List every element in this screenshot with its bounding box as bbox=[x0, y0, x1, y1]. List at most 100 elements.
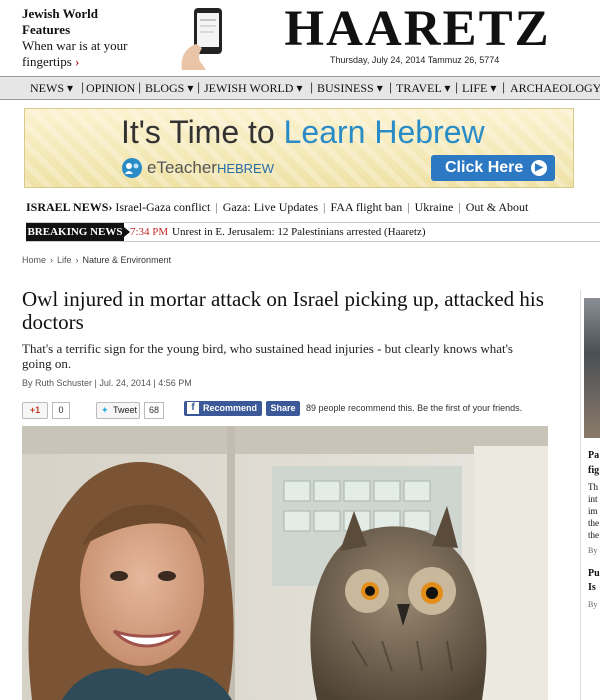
tweet-button[interactable]: ✦ Tweet bbox=[96, 402, 140, 419]
israel-news-label[interactable]: ISRAEL NEWS› bbox=[26, 200, 112, 214]
facebook-share-button[interactable]: Share bbox=[266, 401, 300, 416]
eteacher-logo: eTeacherHEBREW bbox=[121, 155, 299, 181]
ad-headline-part: It's Time to bbox=[121, 114, 284, 150]
nav-item-jewish-world[interactable]: JEWISH WORLD ▾ bbox=[204, 81, 302, 96]
nav-label: JEWISH WORLD bbox=[204, 81, 294, 95]
learn-hebrew-ad[interactable]: It's Time to Learn Hebrew eTeacherHEBREW… bbox=[24, 108, 574, 188]
nav-label: ARCHAEOLOGY bbox=[510, 81, 600, 95]
breaking-news-bar: BREAKING NEWS 7:34 PM Unrest in E. Jerus… bbox=[26, 222, 600, 242]
breaking-news-label: BREAKING NEWS bbox=[26, 223, 130, 241]
nav-divider: | bbox=[81, 80, 85, 94]
rail-byline-2: By bbox=[588, 600, 598, 609]
facebook-icon: f bbox=[187, 402, 199, 414]
breadcrumb-nature[interactable]: Nature & Environment bbox=[83, 255, 172, 265]
nav-item-travel[interactable]: TRAVEL ▾ bbox=[396, 81, 450, 96]
ad-cta-label: Click Here bbox=[445, 159, 524, 176]
chevron-down-icon: ▾ bbox=[376, 81, 383, 95]
facebook-recommend-button[interactable]: f Recommend bbox=[184, 401, 262, 416]
nav-divider: | bbox=[138, 80, 142, 94]
rail-text-2: int bbox=[588, 494, 598, 504]
nav-item-archaeology[interactable]: ARCHAEOLOGY bbox=[510, 81, 600, 96]
promo-text-line1: When war is at your bbox=[22, 38, 128, 53]
chevron-down-icon: ▾ bbox=[296, 81, 303, 95]
topic-link-gaza-live[interactable]: Gaza: Live Updates bbox=[223, 200, 318, 214]
rail-text-5: the bbox=[588, 530, 599, 540]
topic-divider: | bbox=[323, 200, 326, 214]
rail-byline-1: By bbox=[588, 546, 598, 555]
nav-item-life[interactable]: LIFE ▾ bbox=[462, 81, 496, 96]
nav-divider: | bbox=[197, 80, 201, 94]
jewish-world-promo[interactable]: Jewish World Features When war is at you… bbox=[22, 6, 142, 70]
google-plus-button[interactable]: +1 bbox=[22, 402, 48, 419]
promo-text-line2: fingertips bbox=[22, 54, 72, 69]
ad-brand-text: eTeacherHEBREW bbox=[147, 158, 274, 178]
breadcrumb-home[interactable]: Home bbox=[22, 255, 46, 265]
chevron-down-icon: ▾ bbox=[490, 81, 497, 95]
social-share-bar: +1 0 ✦ Tweet 68 f Recommend Share 89 peo… bbox=[22, 400, 582, 420]
play-arrow-icon: ▶ bbox=[531, 160, 547, 176]
nav-divider: | bbox=[389, 80, 393, 94]
article-photo bbox=[22, 426, 548, 700]
rail-text-4: the bbox=[588, 518, 599, 528]
twitter-bird-icon: ✦ bbox=[101, 405, 109, 415]
topic-link-out-about[interactable]: Out & About bbox=[466, 200, 529, 214]
tweet-label: Tweet bbox=[113, 405, 138, 415]
article-byline: By Ruth Schuster | Jul. 24, 2014 | 4:56 … bbox=[22, 378, 192, 388]
nav-label: NEWS bbox=[30, 81, 64, 95]
header-date: Thursday, July 24, 2014 Tammuz 26, 5774 bbox=[330, 55, 500, 65]
chevron-right-icon: › bbox=[50, 255, 54, 265]
article-subtitle: That's a terrific sign for the young bir… bbox=[22, 341, 513, 371]
chevron-down-icon: ▾ bbox=[67, 81, 74, 95]
topic-link-faa[interactable]: FAA flight ban bbox=[330, 200, 402, 214]
rail-divider bbox=[580, 290, 581, 700]
nav-item-blogs[interactable]: BLOGS ▾ bbox=[145, 81, 193, 96]
nav-label: LIFE bbox=[462, 81, 488, 95]
rail-image[interactable] bbox=[584, 298, 600, 438]
topic-divider: | bbox=[215, 200, 218, 214]
google-plus-count: 0 bbox=[52, 402, 70, 419]
chevron-right-icon: › bbox=[75, 255, 79, 265]
chevron-down-icon: ▾ bbox=[187, 81, 194, 95]
article-title: Owl injured in mortar attack on Israel p… bbox=[22, 287, 544, 334]
promo-title-line2: Features bbox=[22, 22, 71, 37]
ad-headline-accent: Learn Hebrew bbox=[283, 114, 485, 150]
hand-phone-icon bbox=[181, 8, 222, 70]
rail-text-3: im bbox=[588, 506, 598, 516]
nav-label: BUSINESS bbox=[317, 81, 374, 95]
israel-news-bar: ISRAEL NEWS› Israel-Gaza conflict | Gaza: … bbox=[26, 200, 600, 215]
nav-divider: | bbox=[502, 80, 506, 94]
breadcrumb-life[interactable]: Life bbox=[57, 255, 72, 265]
breaking-time: 7:34 PM bbox=[130, 226, 169, 238]
rail-headline-1b[interactable]: fig bbox=[588, 465, 599, 476]
ad-headline: It's Time to Learn Hebrew bbox=[121, 113, 485, 151]
nav-divider: | bbox=[310, 80, 314, 94]
nav-item-opinion[interactable]: OPINION bbox=[86, 81, 135, 96]
breadcrumb: Home › Life › Nature & Environment bbox=[22, 255, 171, 265]
topic-divider: | bbox=[458, 200, 461, 214]
rail-headline-2a[interactable]: Pu bbox=[588, 568, 600, 579]
rail-headline-2b[interactable]: Is bbox=[588, 582, 596, 593]
nav-label: OPINION bbox=[86, 81, 136, 95]
topic-link-israel-gaza[interactable]: Israel-Gaza conflict bbox=[115, 200, 210, 214]
chevron-down-icon: ▾ bbox=[444, 81, 451, 95]
nav-divider: | bbox=[455, 80, 459, 94]
haaretz-logo[interactable]: HAARETZ bbox=[275, 4, 560, 55]
nav-label: TRAVEL bbox=[396, 81, 442, 95]
promo-text-line2-wrap: fingertips › bbox=[22, 54, 142, 70]
eteacher-globe-icon bbox=[122, 158, 142, 178]
breaking-headline[interactable]: Unrest in E. Jerusalem: 12 Palestinians … bbox=[172, 226, 426, 238]
topic-link-ukraine[interactable]: Ukraine bbox=[415, 200, 454, 214]
nav-label: BLOGS bbox=[145, 81, 185, 95]
facebook-recommend-text: 89 people recommend this. Be the first o… bbox=[306, 403, 523, 413]
nav-item-news[interactable]: NEWS ▾ bbox=[30, 81, 73, 96]
main-nav: NEWS ▾ | OPINION | BLOGS ▾ | JEWISH WORL… bbox=[0, 76, 600, 100]
topic-divider: | bbox=[407, 200, 410, 214]
fb-recommend-label: Recommend bbox=[203, 403, 258, 413]
ad-click-here-button[interactable]: Click Here ▶ bbox=[431, 155, 555, 181]
rail-text-1: Th bbox=[588, 482, 598, 492]
rail-headline-1a[interactable]: Pa bbox=[588, 450, 599, 461]
nav-item-business[interactable]: BUSINESS ▾ bbox=[317, 81, 383, 96]
ad-brand-name: eTeacher bbox=[147, 158, 217, 177]
promo-title-line1: Jewish World bbox=[22, 6, 98, 21]
right-rail: Pa fig Th int im the the By Pu Is By bbox=[580, 290, 600, 700]
